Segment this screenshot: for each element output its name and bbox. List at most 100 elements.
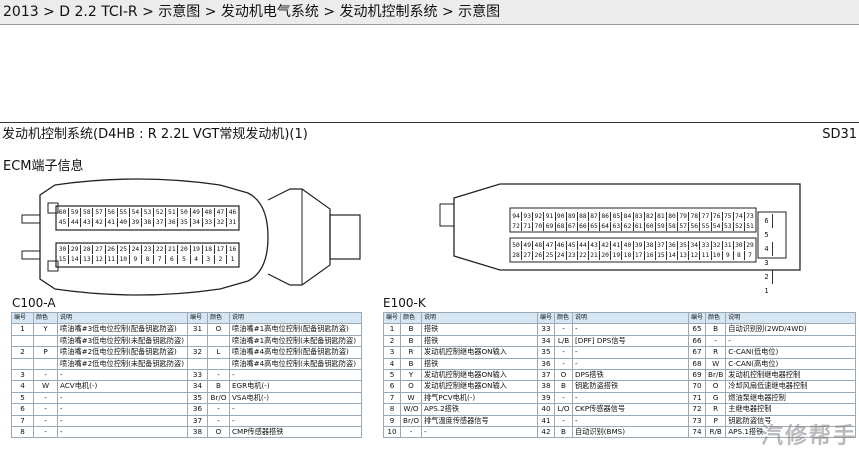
table-cell: 3 <box>11 369 34 382</box>
table-cell: 喷油嘴#1高电位控制(配备钥匙防盗) <box>229 323 362 336</box>
pin-number: 54 <box>130 208 142 217</box>
pin-number: 63 <box>611 222 623 231</box>
pin-number: 93 <box>522 212 534 221</box>
pin-number: 78 <box>689 212 701 221</box>
pin-number: 33 <box>700 241 712 250</box>
table-cell: 6 <box>11 403 34 416</box>
pin-number: 37 <box>656 241 667 250</box>
pin-number: 83 <box>634 212 645 221</box>
table-cell: - <box>33 414 58 428</box>
pin-number: 3 <box>764 259 769 267</box>
header-cell: 说明 <box>725 311 857 325</box>
table-cell: 33 <box>187 369 208 382</box>
table-cell: 2 <box>382 334 402 348</box>
pin-number: 25 <box>544 251 556 260</box>
pin-number: 8 <box>142 255 155 264</box>
connector-k-row-4: 28 27 26 25 24 23 22 21 20 19 18 17 16 15 14 13 12 11 10 9 8… <box>511 251 755 260</box>
table-cell: L <box>207 346 230 359</box>
pin-number: 69 <box>544 222 556 231</box>
table-row: 6 O 发动机控制继电器ON输入 38 B 钥匙防盗搭铁 70 O 冷却风扇低速继电器控制 <box>382 380 857 393</box>
table-row: 1 Y 喷油嘴#3低电位控制(配备钥匙防盗) 31 O 喷油嘴#1高电位控制(配备钥匙防盗… <box>11 323 362 336</box>
pin-number: 19 <box>611 251 623 260</box>
pin-number: 82 <box>645 212 656 221</box>
pin-number: 20 <box>178 245 191 254</box>
header-cell: 说明 <box>229 311 362 325</box>
table-cell: ACV电机(-) <box>57 380 188 393</box>
pin-number: 92 <box>533 212 545 221</box>
pin-number: 5 <box>178 255 191 264</box>
table-row: 3 R 发动机控制继电器ON输入 35- -67 R C-CAN(低电位) <box>382 346 857 359</box>
table-cell: - <box>207 414 230 428</box>
table-cell: - <box>705 334 727 348</box>
table-cell <box>33 334 58 348</box>
pin-number: 1 <box>230 256 235 263</box>
pin-number: 11 <box>700 251 712 260</box>
table-cell: 70 <box>687 380 707 393</box>
table-cell: 33 <box>536 323 556 336</box>
pin-number: 29 <box>69 245 82 254</box>
table-cell: 40 <box>536 403 556 416</box>
pin-number: 20 <box>600 251 612 260</box>
table-cell: O <box>400 380 422 393</box>
pin-number: 17 <box>215 245 227 254</box>
pin-number: 65 <box>589 222 601 231</box>
pin-number: 76 <box>712 212 723 221</box>
table-cell <box>187 357 208 371</box>
connector-a-row-2: 45 44 43 42 41 40 39 38 37 36 35 34 33 32 31 <box>57 218 238 227</box>
pin-number: 24 <box>130 245 142 254</box>
pin-number: 56 <box>106 208 118 217</box>
pin-number: 72 <box>511 222 523 231</box>
connector-a-row-3: 30 29 28 27 26 25 24 23 22 21 20 19 18 17 16 <box>57 245 238 254</box>
table-cell: 喷油嘴#3低电位控制(未配备钥匙防盗) <box>57 334 188 348</box>
pin-number: 42 <box>93 218 106 227</box>
table-cell: R <box>400 346 422 359</box>
table-cell: - <box>229 414 362 428</box>
table-cell: 4 <box>382 357 402 371</box>
pin-number: 49 <box>522 241 534 250</box>
header-cell: 说明 <box>57 311 188 325</box>
pin-number: 27 <box>522 251 534 260</box>
table-cell: 发动机控制继电器控制 <box>725 369 857 382</box>
pin-number: 23 <box>142 245 155 254</box>
table-cell: CMP传感器搭铁 <box>229 426 362 439</box>
pin-number: 13 <box>81 255 94 264</box>
table-cell: 发动机控制继电器ON输入 <box>420 346 538 359</box>
pin-number: 35 <box>178 218 191 227</box>
table-cell: APS.2搭铁 <box>420 403 538 416</box>
pin-number: 48 <box>203 208 215 217</box>
pin-number: 9 <box>130 255 142 264</box>
page-title: 发动机控制系统(D4HB : R 2.2L VGT常规发动机)(1) <box>2 127 308 142</box>
table-cell: B <box>207 380 230 393</box>
pin-number: 79 <box>678 212 690 221</box>
table-cell: 喷油嘴#2低电位控制(未配备钥匙防盗) <box>57 357 188 371</box>
pin-number: 16 <box>228 246 237 253</box>
pin-number: 62 <box>622 222 634 231</box>
table-cell: B <box>554 380 573 393</box>
table-cell: - <box>207 369 230 382</box>
pin-number: 49 <box>191 208 203 217</box>
table-cell: 喷油嘴#2低电位控制(配备钥匙防盗) <box>57 346 188 359</box>
pin-number: 40 <box>118 218 130 227</box>
pin-number: 19 <box>191 245 203 254</box>
pin-number: 24 <box>556 251 567 260</box>
header-cell: 编号 <box>187 311 208 325</box>
pin-number: 41 <box>611 241 623 250</box>
table-cell: 搭铁 <box>420 334 538 348</box>
table-cell: 10 <box>382 426 402 439</box>
pin-number: 34 <box>689 241 701 250</box>
pin-number: 12 <box>689 251 701 260</box>
table-cell: 发动机控制继电器ON输入 <box>420 369 538 382</box>
header-cell: 颜色 <box>554 311 573 325</box>
table-cell: - <box>57 426 188 439</box>
pin-number: 66 <box>578 222 589 231</box>
pin-number: 77 <box>700 212 712 221</box>
pin-number: 25 <box>118 245 130 254</box>
header-cell: 说明 <box>572 311 689 325</box>
pin-number: 2 <box>761 270 773 284</box>
table-cell: - <box>57 403 188 416</box>
table-cell: 排气温度传感器信号 <box>420 414 538 428</box>
pin-number: 59 <box>69 208 82 217</box>
table-row: 7- -37- - <box>11 414 362 428</box>
pin-number: 73 <box>746 213 754 220</box>
table-cell: 36 <box>536 357 556 371</box>
